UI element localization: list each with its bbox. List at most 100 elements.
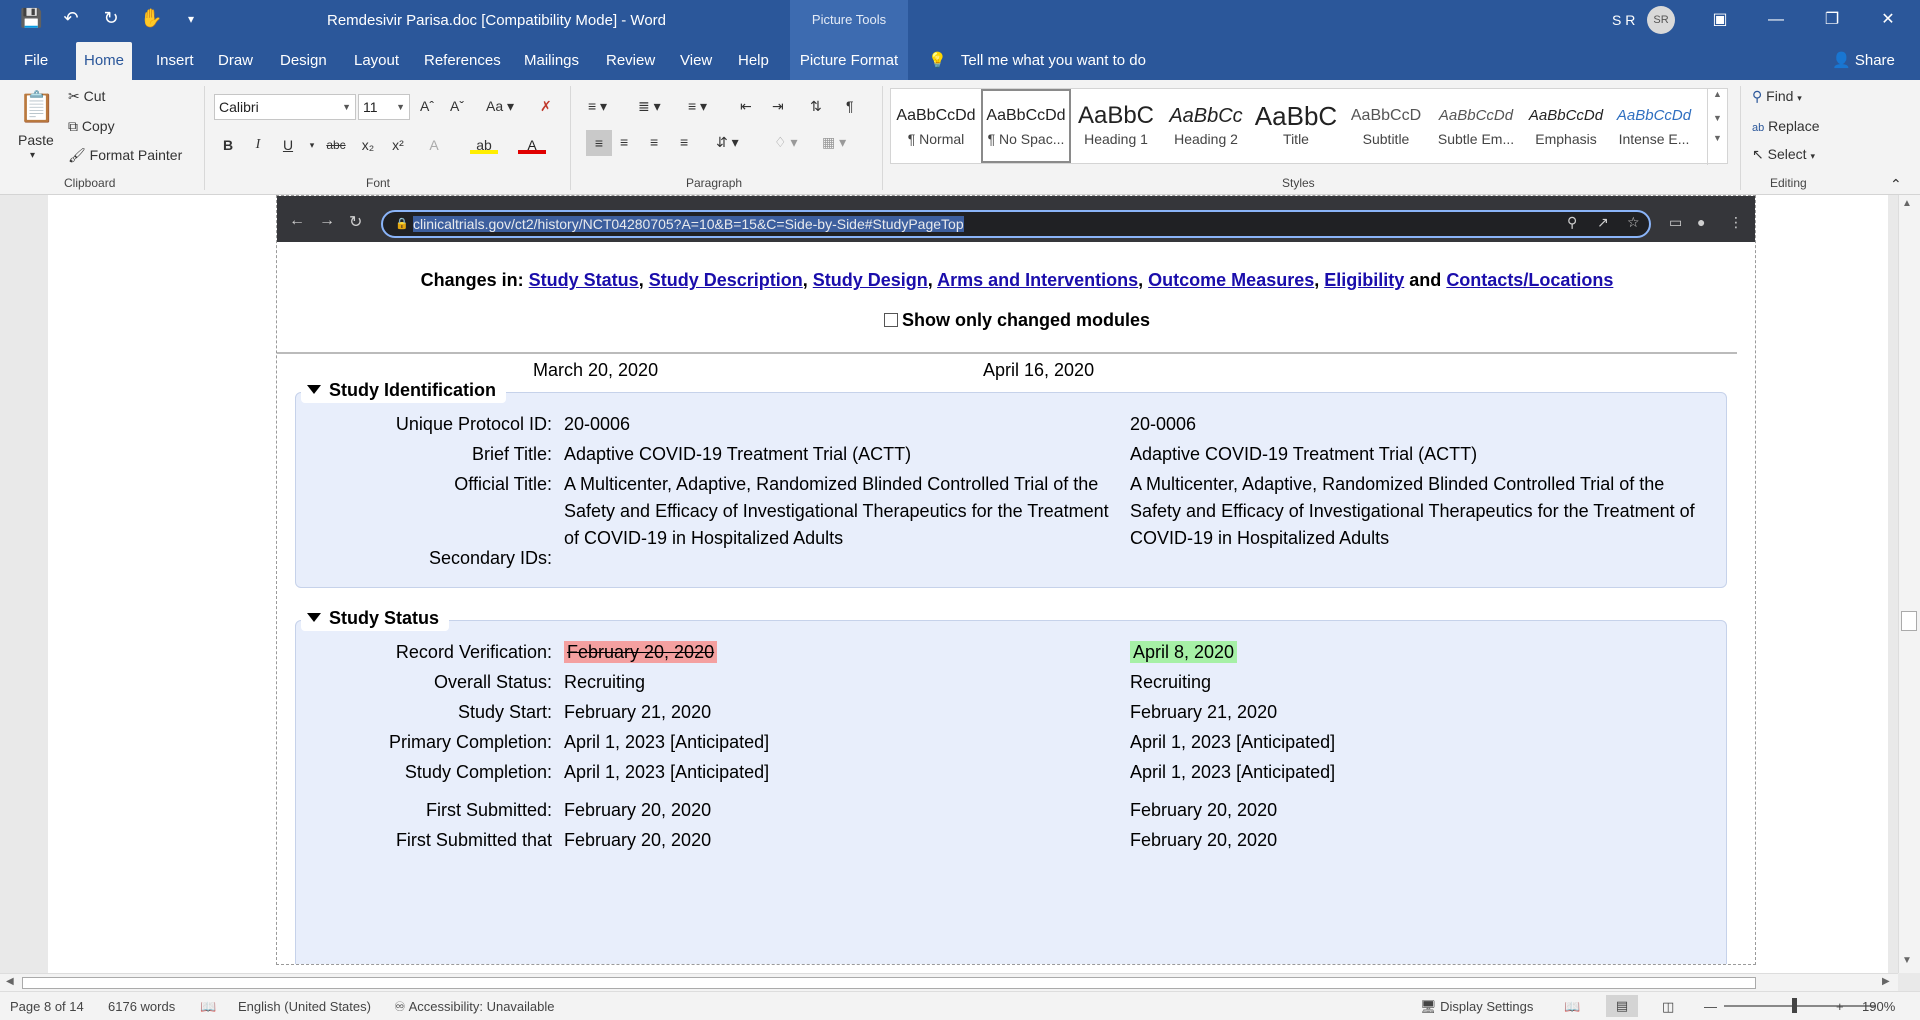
- font-name-combo[interactable]: Calibri ▼: [214, 94, 356, 120]
- vertical-scrollbar[interactable]: ▲ ▼: [1898, 195, 1920, 973]
- read-mode-icon[interactable]: 📖: [1564, 999, 1580, 1015]
- share-button[interactable]: 👤 Share: [1832, 42, 1895, 80]
- tab-layout[interactable]: Layout: [346, 42, 407, 80]
- undo-icon[interactable]: ↶: [60, 8, 82, 29]
- style-heading-1[interactable]: AaBbC Heading 1: [1071, 89, 1161, 163]
- shading-icon[interactable]: ♢ ▾: [774, 134, 797, 151]
- chevron-right-icon[interactable]: ▶: [1882, 976, 1890, 987]
- increase-indent-icon[interactable]: ⇥: [772, 98, 784, 115]
- grow-font-icon[interactable]: Aˆ: [420, 98, 434, 114]
- tab-mailings[interactable]: Mailings: [516, 42, 587, 80]
- tab-references[interactable]: References: [416, 42, 509, 80]
- sort-icon[interactable]: ⇅: [810, 98, 822, 115]
- style-emphasis[interactable]: AaBbCcDd Emphasis: [1521, 89, 1611, 163]
- replace-button[interactable]: ab Replace: [1752, 118, 1820, 134]
- superscript-icon[interactable]: x²: [384, 132, 412, 158]
- display-settings[interactable]: 🖥 Display Settings: [1420, 999, 1533, 1015]
- zoom-slider-thumb[interactable]: [1792, 998, 1797, 1013]
- style-no-spacing[interactable]: AaBbCcDd ¶ No Spac...: [981, 89, 1071, 163]
- select-button[interactable]: ↖ Select ▾: [1752, 146, 1815, 163]
- minimize-icon[interactable]: —: [1756, 6, 1796, 34]
- style-subtle-emphasis[interactable]: AaBbCcDd Subtle Em...: [1431, 89, 1521, 163]
- web-layout-icon[interactable]: ◫: [1662, 999, 1674, 1015]
- change-case-icon[interactable]: Aa ▾: [486, 98, 514, 115]
- borders-icon[interactable]: ▦ ▾: [822, 134, 846, 151]
- close-icon[interactable]: ✕: [1868, 6, 1908, 34]
- chevron-up-icon[interactable]: ▲: [1902, 198, 1912, 209]
- line-spacing-icon[interactable]: ⇵ ▾: [716, 134, 739, 151]
- tab-view[interactable]: View: [672, 42, 720, 80]
- zoom-out-icon[interactable]: —: [1704, 999, 1717, 1014]
- style-subtitle[interactable]: AaBbCcD Subtitle: [1341, 89, 1431, 163]
- more-styles-icon[interactable]: ▼: [1708, 133, 1727, 143]
- ribbon-display-icon[interactable]: ▣: [1700, 6, 1740, 34]
- bold-icon[interactable]: B: [214, 132, 242, 158]
- cut-button[interactable]: ✂ Cut: [68, 88, 105, 105]
- zoom-slider[interactable]: [1724, 1005, 1876, 1007]
- tell-me-search[interactable]: 💡 Tell me what you want to do: [928, 42, 1146, 80]
- touch-mode-icon[interactable]: ✋: [140, 8, 162, 29]
- italic-icon[interactable]: I: [244, 132, 272, 158]
- multilevel-list-icon[interactable]: ≡ ▾: [688, 98, 707, 115]
- style-normal[interactable]: AaBbCcDd ¶ Normal: [891, 89, 981, 163]
- zoom-in-icon[interactable]: +: [1836, 999, 1844, 1014]
- horizontal-scrollbar[interactable]: ◀ ▶: [0, 973, 1898, 991]
- proofing-icon[interactable]: 📖: [200, 999, 216, 1015]
- print-layout-icon[interactable]: ▤: [1606, 995, 1638, 1017]
- style-title[interactable]: AaBbC Title: [1251, 89, 1341, 163]
- tab-review[interactable]: Review: [598, 42, 663, 80]
- shrink-font-icon[interactable]: Aˇ: [450, 98, 464, 114]
- pilcrow-icon[interactable]: ¶: [846, 98, 854, 114]
- align-left-icon[interactable]: ≡: [586, 130, 612, 156]
- tab-design[interactable]: Design: [272, 42, 335, 80]
- tab-draw[interactable]: Draw: [210, 42, 261, 80]
- collapse-ribbon-icon[interactable]: ⌃: [1890, 176, 1902, 193]
- user-initials[interactable]: S R: [1612, 12, 1635, 28]
- subscript-icon[interactable]: x₂: [354, 132, 382, 158]
- chevron-down-icon[interactable]: ▾: [30, 150, 35, 161]
- scroll-thumb[interactable]: [1901, 611, 1917, 631]
- align-center-icon[interactable]: ≡: [620, 134, 628, 150]
- redo-icon[interactable]: ↻: [100, 8, 122, 29]
- format-painter-button[interactable]: 🖌 Format Painter: [68, 147, 182, 164]
- tab-picture-format[interactable]: Picture Format: [790, 42, 908, 80]
- accessibility-status[interactable]: ♾ Accessibility: Unavailable: [394, 999, 555, 1015]
- language[interactable]: English (United States): [238, 999, 371, 1014]
- bullets-icon[interactable]: ≡ ▾: [588, 98, 607, 115]
- paste-icon[interactable]: 📋: [18, 90, 55, 125]
- numbering-icon[interactable]: ≣ ▾: [638, 98, 661, 115]
- page-count[interactable]: Page 8 of 14: [10, 999, 84, 1014]
- word-count[interactable]: 6176 words: [108, 999, 175, 1014]
- strikethrough-icon[interactable]: abc: [322, 132, 350, 158]
- zoom-level[interactable]: 190%: [1862, 999, 1895, 1014]
- copy-button[interactable]: ⧉ Copy: [68, 118, 115, 135]
- restore-icon[interactable]: ❐: [1812, 6, 1852, 34]
- chevron-up-icon[interactable]: ▲: [1708, 89, 1727, 99]
- ribbon-home: 📋 Paste ▾ ✂ Cut ⧉ Copy 🖌 Format Painter …: [0, 80, 1920, 195]
- avatar[interactable]: SR: [1647, 6, 1675, 34]
- find-button[interactable]: ⚲ Find ▾: [1752, 88, 1802, 105]
- tab-insert[interactable]: Insert: [148, 42, 202, 80]
- clear-formatting-icon[interactable]: ✗: [540, 98, 552, 115]
- customize-qat-icon[interactable]: ▾: [180, 12, 202, 26]
- align-right-icon[interactable]: ≡: [650, 134, 658, 150]
- chevron-left-icon[interactable]: ◀: [6, 976, 14, 987]
- tab-home[interactable]: Home: [76, 42, 133, 80]
- paste-button[interactable]: Paste: [18, 132, 54, 148]
- font-color-icon[interactable]: A: [518, 132, 546, 154]
- style-intense-emphasis[interactable]: AaBbCcDd Intense E...: [1611, 89, 1697, 163]
- font-size-combo[interactable]: 11 ▼: [358, 94, 410, 120]
- tab-help[interactable]: Help: [730, 42, 777, 80]
- justify-icon[interactable]: ≡: [680, 134, 688, 150]
- highlight-icon[interactable]: ab: [470, 132, 498, 154]
- scroll-thumb[interactable]: [22, 977, 1756, 989]
- chevron-down-icon[interactable]: ▼: [1902, 955, 1912, 966]
- chevron-down-icon[interactable]: ▼: [1708, 113, 1727, 123]
- embedded-picture[interactable]: ← → ↻ 🔒 clinicaltrials.gov/ct2/history/N…: [276, 195, 1756, 965]
- style-heading-2[interactable]: AaBbCc Heading 2: [1161, 89, 1251, 163]
- decrease-indent-icon[interactable]: ⇤: [740, 98, 752, 115]
- styles-scroll[interactable]: ▲ ▼ ▼: [1707, 89, 1727, 165]
- save-icon[interactable]: 💾: [20, 8, 42, 29]
- tab-file[interactable]: File: [16, 42, 56, 80]
- text-effects-icon[interactable]: A: [420, 132, 448, 158]
